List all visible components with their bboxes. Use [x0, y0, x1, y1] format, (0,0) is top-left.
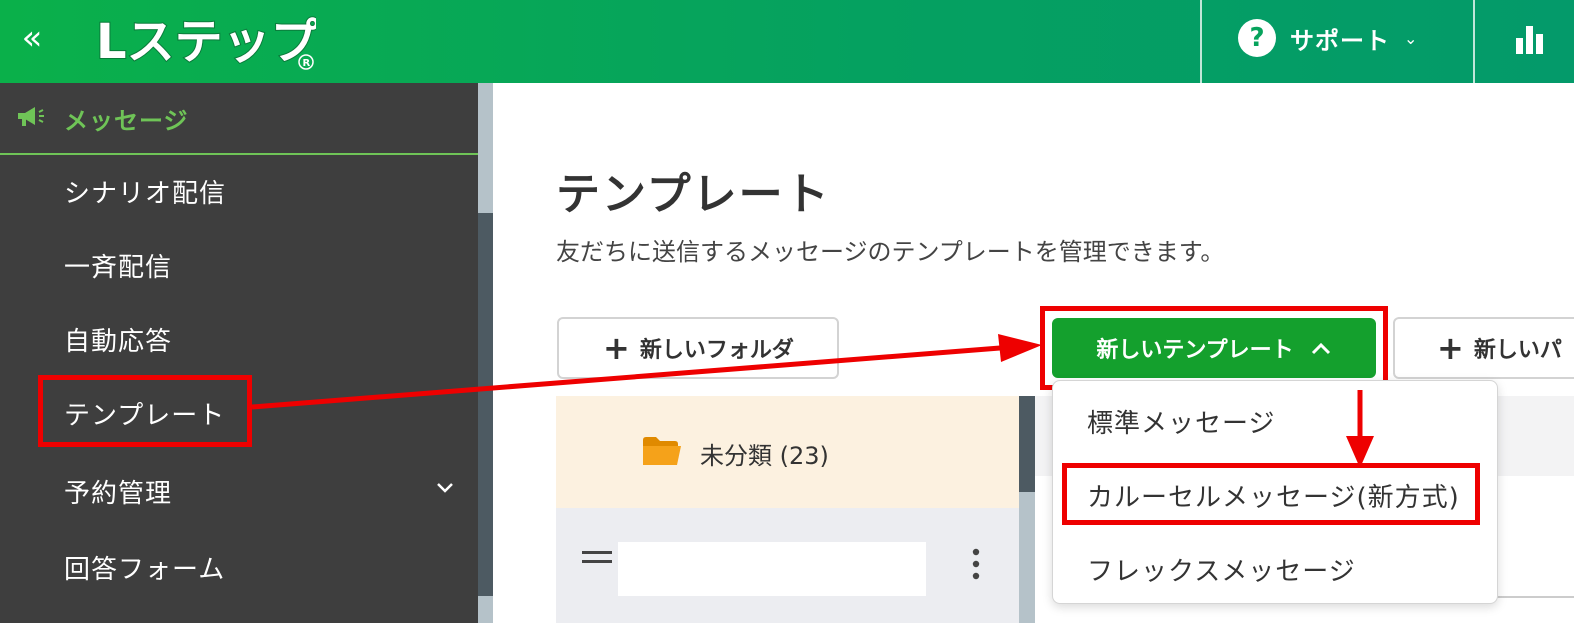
chevron-down-icon[interactable]: [432, 475, 458, 501]
page-title: テンプレート: [556, 169, 831, 220]
sidebar: メッセージ シナリオ配信 一斉配信 自動応答 テンプレート 予約管理 回答フォー…: [0, 83, 478, 623]
sidebar-item-reservation[interactable]: 予約管理: [64, 473, 172, 510]
app-window: « Lステップ R ? サポート ⌄ メッセージ シナリオ配信 一斉配信 自動応…: [0, 0, 1574, 623]
sidebar-item-scenario[interactable]: シナリオ配信: [64, 173, 226, 210]
plus-icon: +: [603, 329, 630, 367]
support-label: サポート: [1290, 26, 1390, 55]
svg-text:R: R: [303, 58, 311, 69]
sidebar-section-title: メッセージ: [64, 107, 189, 135]
sidebar-scrollbar-thumb[interactable]: [478, 213, 493, 596]
folder-list-panel: 未分類 (23): [556, 396, 1019, 623]
menu-item-flex-message[interactable]: フレックスメッセージ: [1087, 551, 1356, 588]
folder-name-input[interactable]: [618, 542, 926, 596]
annotation-box: [1062, 463, 1480, 525]
more-options-icon[interactable]: [970, 546, 982, 582]
top-header: « Lステップ R ? サポート ⌄: [0, 0, 1574, 83]
header-divider: [1473, 0, 1475, 83]
sidebar-section-message[interactable]: メッセージ: [0, 83, 478, 155]
plus-icon: +: [1437, 329, 1464, 367]
logo-text: Lステップ: [96, 14, 316, 70]
collapse-sidebar-button[interactable]: «: [12, 18, 52, 58]
sidebar-item-answer-form[interactable]: 回答フォーム: [64, 549, 225, 586]
folder-icon: [643, 437, 681, 465]
annotation-box: [1040, 306, 1388, 390]
help-icon: ?: [1238, 19, 1276, 57]
page-description: 友だちに送信するメッセージのテンプレートを管理できます。: [556, 238, 1225, 266]
new-folder-button[interactable]: + 新しいフォルダ: [557, 317, 839, 379]
sidebar-item-auto-reply[interactable]: 自動応答: [64, 321, 172, 358]
new-folder-label: 新しいフォルダ: [639, 338, 794, 363]
new-pack-button[interactable]: + 新しいパ: [1393, 317, 1574, 379]
sidebar-item-broadcast[interactable]: 一斉配信: [64, 247, 172, 284]
annotation-arrow-head: [998, 334, 1042, 362]
support-menu[interactable]: ? サポート ⌄: [1238, 18, 1417, 58]
menu-item-standard-message[interactable]: 標準メッセージ: [1087, 403, 1275, 440]
bar-chart-icon[interactable]: [1512, 24, 1548, 54]
chevron-down-icon: ⌄: [1404, 28, 1418, 48]
folder-label: 未分類 (23): [700, 442, 829, 470]
lstep-logo[interactable]: Lステップ R: [94, 6, 316, 72]
header-divider: [1200, 0, 1202, 83]
megaphone-icon: [18, 107, 44, 126]
annotation-box: [38, 375, 252, 447]
new-pack-label: 新しいパ: [1473, 338, 1562, 363]
folder-item-uncategorized[interactable]: 未分類 (23): [556, 396, 1019, 508]
folder-scrollbar-thumb[interactable]: [1019, 396, 1035, 492]
drag-handle-icon[interactable]: [582, 548, 612, 566]
